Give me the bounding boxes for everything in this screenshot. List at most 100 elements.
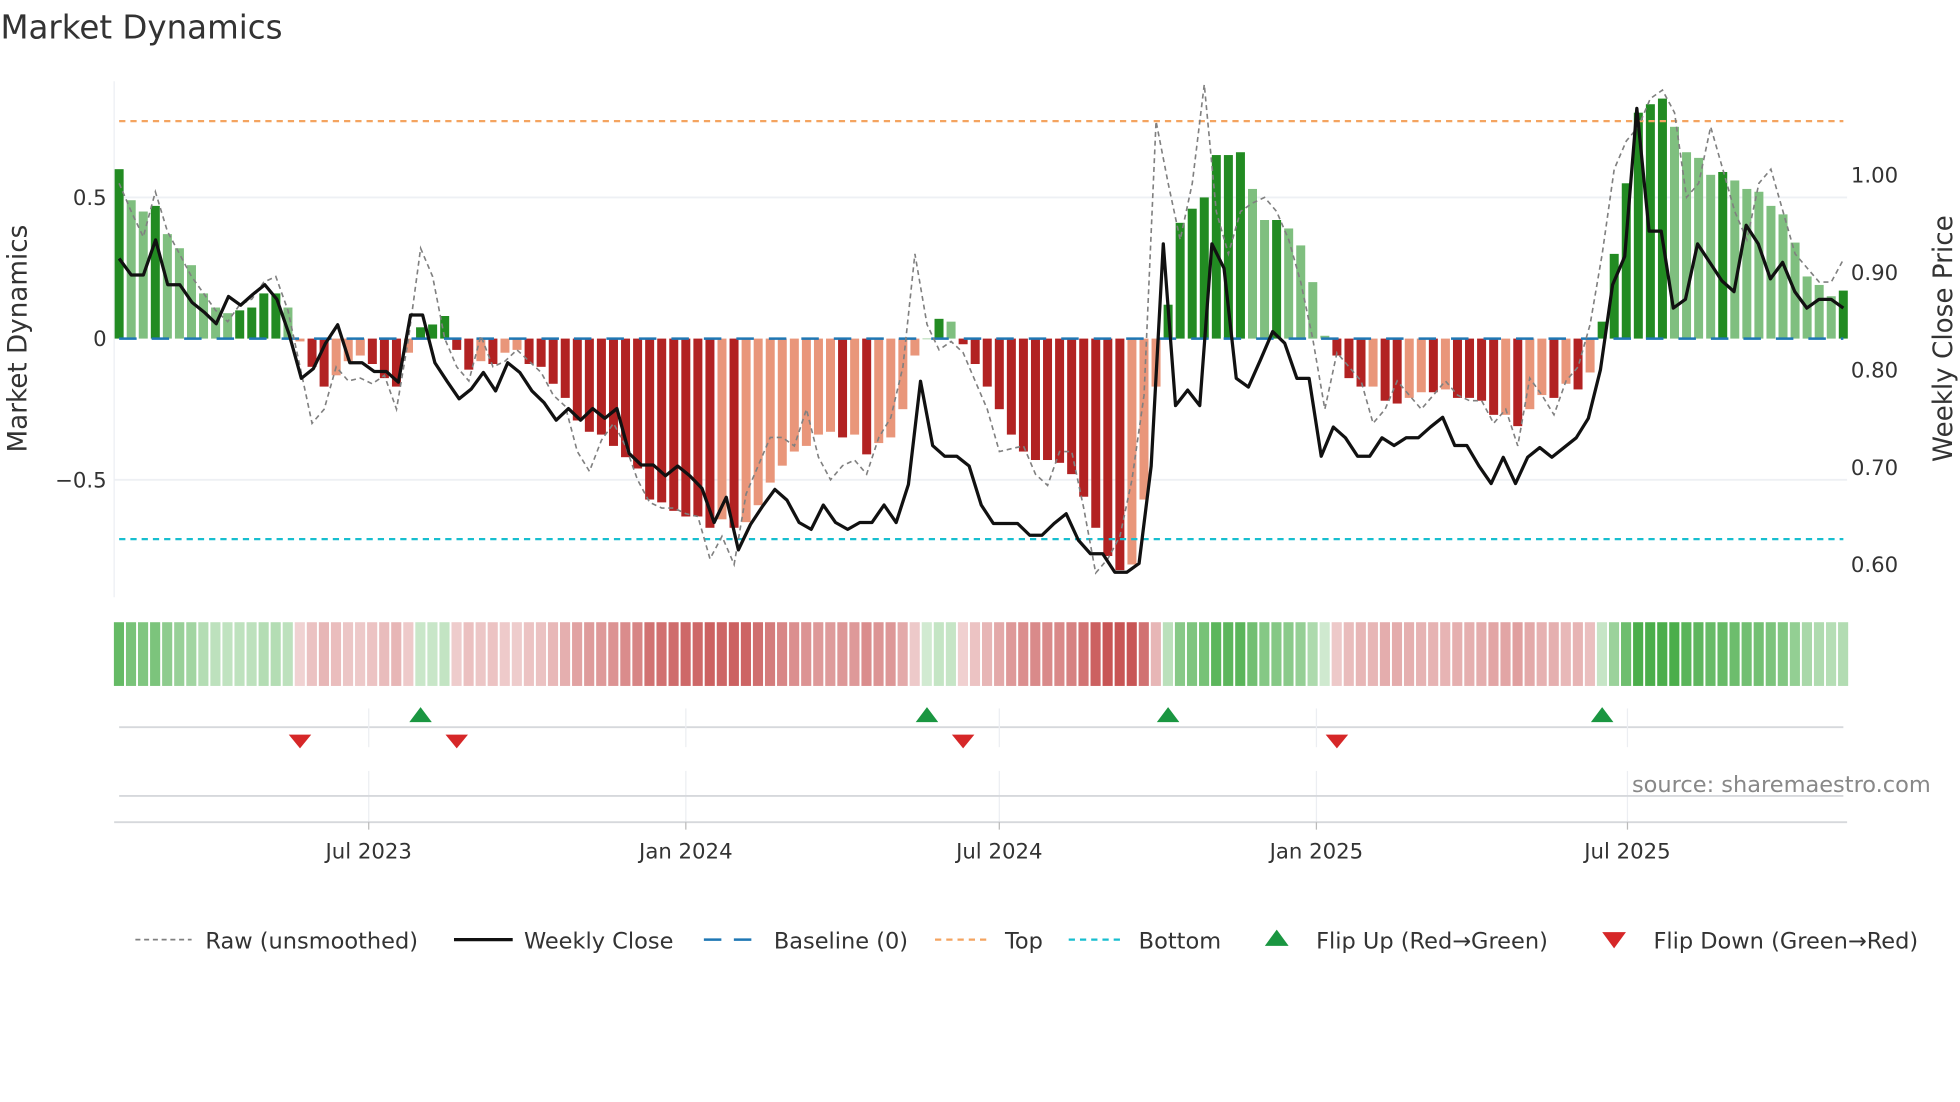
regime-cell: [1126, 622, 1137, 686]
legend-flip-up-icon: [1264, 929, 1289, 946]
regime-cell: [704, 622, 715, 686]
regime-cell: [1355, 622, 1366, 686]
regime-cell: [1560, 622, 1571, 686]
momentum-bar: [1814, 284, 1824, 339]
momentum-bar: [1742, 188, 1752, 339]
momentum-bar: [596, 338, 606, 435]
regime-cell: [861, 622, 872, 686]
momentum-bar: [789, 338, 799, 452]
regime-cell: [596, 622, 607, 686]
chart-title: Market Dynamics: [0, 9, 282, 47]
regime-strip: [113, 622, 1849, 686]
momentum-bar: [633, 338, 643, 469]
regime-cell: [1283, 622, 1294, 686]
right-tick-label: 0.70: [1851, 456, 1898, 481]
x-tick-labels: Jul 2023 Jan 2024 Jul 2024 Jan 2025 Jul 2025: [324, 822, 1671, 864]
legend-label: Baseline (0): [774, 928, 908, 954]
momentum-bar: [150, 205, 160, 339]
momentum-bar: [1428, 338, 1438, 393]
momentum-bar: [1392, 338, 1402, 404]
regime-cell: [957, 622, 969, 686]
regime-cell: [294, 622, 305, 686]
legend-flip-down-icon: [1602, 932, 1626, 949]
momentum-bar: [1344, 338, 1354, 379]
momentum-bar: [367, 338, 377, 365]
left-tick-labels: 0.5 0 −0.5: [55, 186, 107, 493]
momentum-bar: [1657, 98, 1667, 339]
x-tick-label: Jan 2024: [637, 839, 733, 864]
legend-label: Top: [1004, 928, 1043, 954]
regime-cell: [1428, 622, 1439, 686]
momentum-bar: [1501, 338, 1511, 415]
weekly-close-line: [117, 106, 1845, 574]
regime-cell: [1319, 622, 1330, 686]
momentum-bar: [1416, 338, 1426, 393]
regime-cell: [1054, 622, 1065, 686]
regime-cell: [1090, 622, 1101, 686]
regime-cell: [994, 622, 1005, 686]
regime-cell: [367, 622, 378, 686]
regime-cell: [535, 622, 547, 686]
regime-cell: [1391, 622, 1403, 686]
regime-cell: [1765, 622, 1776, 686]
right-tick-label: 0.80: [1851, 358, 1898, 383]
momentum-bar: [259, 293, 269, 339]
momentum-bar: [994, 338, 1004, 410]
momentum-bar: [1006, 338, 1016, 435]
regime-cell: [439, 622, 450, 686]
legend: Raw (unsmoothed) Weekly Close Baseline (0)…: [135, 928, 1918, 954]
momentum-bar: [1079, 338, 1089, 497]
legend-label: Flip Up (Red→Green): [1316, 928, 1548, 954]
regime-cell: [1211, 622, 1222, 686]
momentum-bar: [1296, 245, 1306, 339]
legend-label: Bottom: [1139, 928, 1221, 954]
regime-cell: [1018, 622, 1029, 686]
regime-cell: [391, 622, 402, 686]
momentum-bar: [765, 338, 775, 483]
regime-cell: [523, 622, 534, 686]
regime-cell: [1717, 622, 1728, 686]
regime-cell: [258, 622, 269, 686]
momentum-bar: [1103, 338, 1113, 557]
momentum-bar: [560, 338, 570, 398]
momentum-bar: [1139, 338, 1149, 500]
regime-cell: [1669, 622, 1680, 686]
regime-cell: [1789, 622, 1800, 686]
regime-cell: [656, 622, 667, 686]
regime-cell: [1729, 622, 1740, 686]
regime-cell: [716, 622, 727, 686]
momentum-bar: [946, 321, 956, 339]
regime-cell: [1223, 622, 1234, 686]
momentum-bar: [1452, 338, 1462, 398]
regime-cell: [547, 622, 559, 686]
momentum-bar: [657, 338, 667, 503]
regime-cell: [969, 622, 981, 686]
regime-cell: [728, 622, 739, 686]
momentum-bar: [1730, 180, 1740, 339]
regime-cell: [427, 622, 438, 686]
momentum-bar: [669, 338, 679, 511]
regime-cell: [234, 622, 245, 686]
regime-cell: [572, 622, 583, 686]
momentum-bar: [1585, 338, 1595, 373]
momentum-bar: [608, 338, 618, 446]
regime-cell: [1379, 622, 1391, 686]
regime-cell: [246, 622, 257, 686]
regime-cell: [752, 622, 764, 686]
momentum-bar: [1368, 338, 1378, 387]
regime-cell: [873, 622, 884, 686]
regime-cell: [138, 622, 149, 686]
regime-cell: [1524, 622, 1535, 686]
regime-cell: [1295, 622, 1306, 686]
momentum-bar: [536, 338, 546, 367]
momentum-bar: [717, 338, 727, 520]
momentum-bar: [1525, 338, 1535, 410]
regime-cell: [306, 622, 317, 686]
momentum-bar: [355, 338, 365, 356]
flip-up-marker: [1590, 707, 1614, 723]
regime-cell: [825, 622, 836, 686]
regime-cell: [1633, 622, 1644, 686]
momentum-bar: [1272, 220, 1282, 339]
flip-down-marker: [288, 734, 312, 749]
x-tick-label: Jan 2025: [1268, 839, 1364, 864]
